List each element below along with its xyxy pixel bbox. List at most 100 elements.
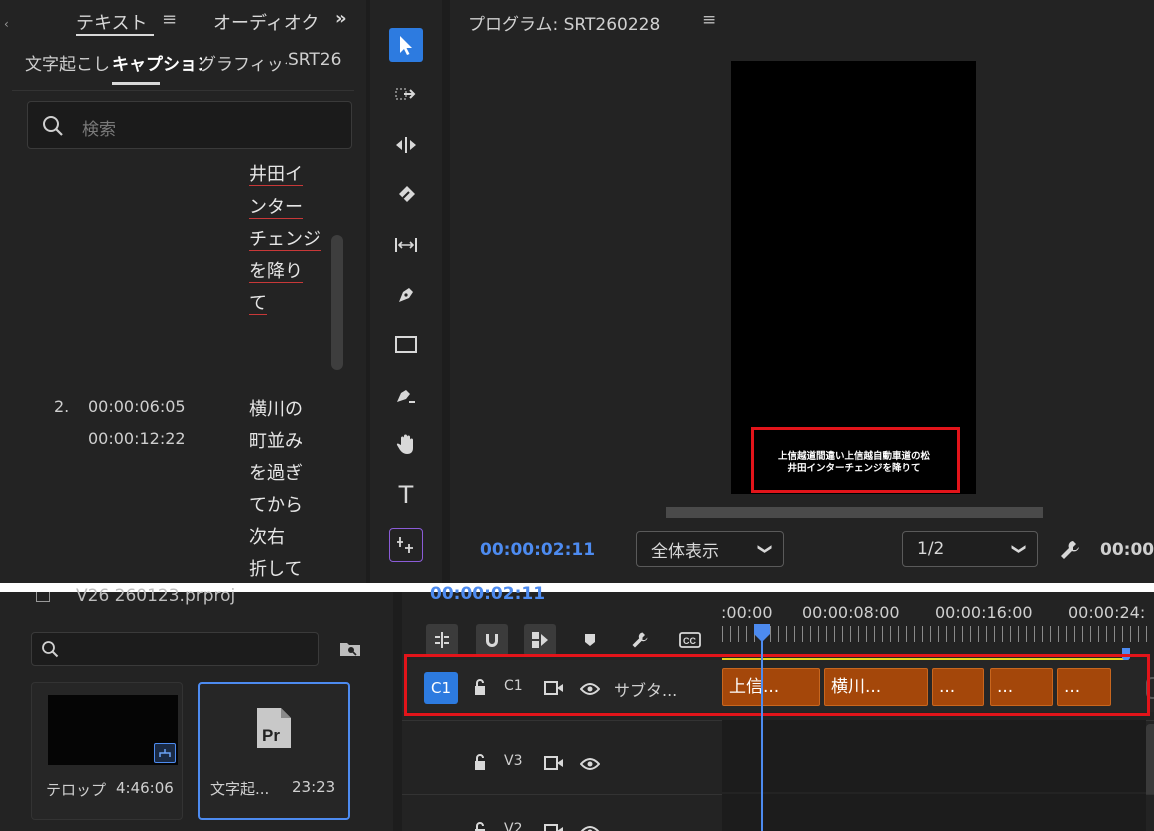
tools-panel: T bbox=[370, 0, 442, 583]
ripple-edit-tool-icon[interactable] bbox=[389, 128, 423, 162]
caption-1-line[interactable]: チェンジ bbox=[249, 225, 321, 251]
eye-icon[interactable] bbox=[580, 757, 600, 771]
search-icon bbox=[43, 116, 63, 136]
project-title[interactable]: V26 260123.prproj bbox=[76, 586, 235, 606]
eye-icon[interactable] bbox=[580, 825, 600, 831]
premiere-project-icon: Pr bbox=[257, 708, 291, 748]
sync-lock-icon[interactable] bbox=[544, 823, 564, 831]
ruler-label: 00:00:08:00 bbox=[802, 603, 900, 622]
search-input[interactable]: 検索 bbox=[82, 115, 116, 140]
video-track-name: V2 bbox=[504, 821, 523, 831]
wrench-icon[interactable] bbox=[1058, 538, 1082, 562]
rectangle-tool-icon[interactable] bbox=[389, 328, 423, 362]
caption-2-line[interactable]: 折して bbox=[249, 555, 302, 581]
ruler-label: 00:00:24: bbox=[1068, 603, 1146, 622]
captions-cc-icon[interactable]: CC bbox=[674, 624, 706, 656]
caption-2-start[interactable]: 00:00:06:05 bbox=[88, 397, 186, 416]
caption-2-number: 2. bbox=[54, 397, 70, 416]
caption-2-end[interactable]: 00:00:12:22 bbox=[88, 429, 186, 448]
program-monitor-title[interactable]: プログラム: SRT260228 bbox=[468, 10, 660, 35]
zoom-fit-value: 全体表示 bbox=[651, 541, 719, 562]
video-track-lane-v3[interactable] bbox=[722, 720, 1146, 792]
caption-2-line[interactable]: を過ぎ bbox=[249, 459, 303, 485]
project-file-icon bbox=[36, 592, 50, 602]
caption-track-highlight-box bbox=[404, 654, 1150, 716]
zoom-fit-dropdown[interactable]: 全体表示 ❯ bbox=[636, 531, 784, 567]
bin-item-duration: 23:23 bbox=[292, 778, 336, 796]
subtab-captions[interactable]: キャプション bbox=[112, 50, 202, 75]
pen-tool-icon[interactable] bbox=[389, 278, 423, 312]
panel-edge-mark: ‹ bbox=[4, 17, 9, 31]
project-panel: V26 260123.prproj テロップ 4:46:06 Pr 文字起...… bbox=[0, 586, 393, 831]
ruler-label: :00:00 bbox=[721, 603, 773, 622]
caption-2-line[interactable]: 町並み bbox=[249, 427, 303, 453]
add-marker-icon[interactable] bbox=[574, 624, 606, 656]
bin-search-box[interactable] bbox=[31, 632, 319, 666]
subtab-graphics[interactable]: グラフィック bbox=[199, 50, 287, 75]
lock-open-icon[interactable] bbox=[472, 821, 488, 831]
program-monitor: プログラム: SRT260228 ≡ 上信越道間違い上信越自動車道の松 井田イン… bbox=[450, 0, 1154, 583]
svg-text:CC: CC bbox=[683, 636, 696, 646]
playback-resolution-dropdown[interactable]: 1/2 ❯ bbox=[902, 531, 1038, 567]
subtab-srt26[interactable]: SRT26 bbox=[288, 50, 341, 70]
generative-extend-tool-icon[interactable] bbox=[389, 528, 423, 562]
svg-text:Pr: Pr bbox=[262, 726, 280, 745]
sequence-icon bbox=[154, 743, 176, 763]
chevron-down-icon: ❯ bbox=[1011, 543, 1028, 555]
track-select-forward-tool-icon[interactable] bbox=[389, 78, 423, 112]
monitor-scrub-bar[interactable] bbox=[666, 507, 1043, 518]
more-tabs-icon[interactable]: » bbox=[335, 8, 347, 29]
video-track-lane-v2[interactable] bbox=[722, 794, 1146, 831]
caption-2-line[interactable]: 横川の bbox=[249, 395, 303, 421]
chevron-down-icon: ❯ bbox=[757, 543, 774, 555]
bin-item-telop[interactable]: テロップ 4:46:06 bbox=[31, 682, 183, 820]
selection-tool-icon[interactable] bbox=[389, 28, 423, 62]
caption-list-scrollbar[interactable] bbox=[331, 235, 343, 370]
playhead-handle-icon[interactable] bbox=[751, 622, 773, 644]
caption-search-box[interactable]: 検索 bbox=[27, 101, 352, 149]
top-workspace: テキスト ≡ オーディオク » ‹ 文字起こし キャプション グラフィック SR… bbox=[0, 0, 1154, 583]
caption-1-line[interactable]: 井田イ bbox=[249, 163, 303, 186]
caption-2-line[interactable]: 次右 bbox=[249, 523, 285, 549]
monitor-menu-icon[interactable]: ≡ bbox=[702, 10, 716, 30]
subtab-transcript[interactable]: 文字起こし bbox=[25, 50, 113, 75]
find-bin-icon[interactable] bbox=[338, 640, 362, 658]
playback-resolution-value: 1/2 bbox=[917, 539, 945, 559]
time-ruler-ticks[interactable] bbox=[722, 626, 1154, 642]
tab-menu-icon[interactable]: ≡ bbox=[162, 9, 177, 30]
timeline-timecode[interactable]: 00:00:02:11 bbox=[430, 584, 545, 604]
caption-1-line[interactable]: て bbox=[249, 289, 267, 315]
pen-shape-tool-icon[interactable] bbox=[389, 378, 423, 412]
tab-text-underline bbox=[76, 34, 154, 36]
insert-nest-icon[interactable] bbox=[426, 624, 458, 656]
slip-tool-icon[interactable] bbox=[389, 228, 423, 262]
duration-timecode: 00:00 bbox=[1100, 540, 1154, 560]
sync-lock-icon[interactable] bbox=[544, 755, 564, 771]
caption-1-line[interactable]: を降り bbox=[249, 257, 303, 283]
tab-audio[interactable]: オーディオク bbox=[213, 9, 326, 35]
tab-text[interactable]: テキスト bbox=[76, 9, 147, 35]
caption-list: 井田イ ンター チェンジ を降り て 2. 00:00:06:05 00:00:… bbox=[12, 163, 354, 583]
type-tool-icon[interactable]: T bbox=[389, 478, 423, 512]
video-track-name: V3 bbox=[504, 753, 523, 769]
caption-1-line[interactable]: ンター bbox=[249, 193, 303, 219]
caption-2-line[interactable]: てから bbox=[249, 491, 303, 517]
subtab-captions-underline bbox=[112, 82, 160, 85]
bottom-workspace: V26 260123.prproj テロップ 4:46:06 Pr 文字起...… bbox=[0, 584, 1154, 831]
bin-item-transcript[interactable]: Pr 文字起... 23:23 bbox=[198, 682, 350, 820]
search-icon bbox=[42, 641, 59, 658]
bin-item-name: 文字起... bbox=[210, 780, 270, 798]
lock-open-icon[interactable] bbox=[472, 753, 488, 771]
linked-selection-icon[interactable] bbox=[524, 624, 556, 656]
hand-tool-icon[interactable] bbox=[389, 428, 423, 462]
bin-item-duration: 4:46:06 bbox=[116, 779, 174, 797]
bin-item-name: テロップ bbox=[46, 781, 107, 799]
playhead-line[interactable] bbox=[761, 632, 763, 831]
timeline-settings-wrench-icon[interactable] bbox=[624, 624, 656, 656]
caption-highlight-box bbox=[751, 427, 960, 493]
panel-divider bbox=[12, 90, 354, 91]
timeline-panel: 00:00:02:11 CC :00:00 00:00:08:00 00:00:… bbox=[402, 584, 1154, 831]
snap-magnet-icon[interactable] bbox=[476, 624, 508, 656]
playhead-timecode[interactable]: 00:00:02:11 bbox=[480, 540, 595, 560]
razor-tool-icon[interactable] bbox=[389, 178, 423, 212]
